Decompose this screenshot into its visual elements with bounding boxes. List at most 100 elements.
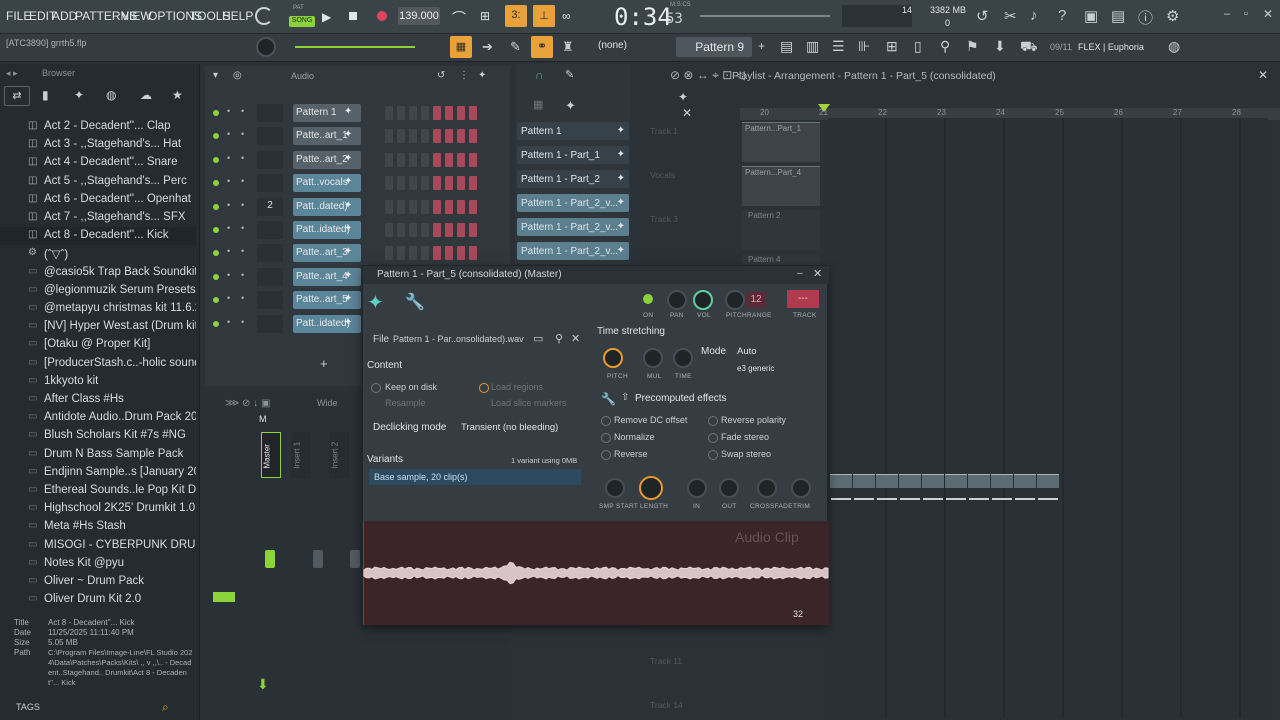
headphones-icon[interactable]: ∩ <box>535 68 544 82</box>
step-button[interactable] <box>469 106 477 120</box>
declick-select[interactable]: Transient (no bleeding) <box>461 422 581 433</box>
pattern-list-item[interactable]: Pattern 1 - Part_2_v... ✦ <box>517 242 629 260</box>
step-button[interactable] <box>421 129 429 144</box>
channel-vol-knob[interactable]: • <box>241 270 249 282</box>
step-button[interactable] <box>397 176 405 191</box>
record-icon[interactable] <box>377 11 387 21</box>
channel-vol-knob[interactable]: • <box>241 293 249 305</box>
channel-pan-knob[interactable]: • <box>227 246 235 258</box>
step-button[interactable] <box>409 199 417 214</box>
browser-item[interactable]: ⚙ (ˆ▽ˆ) <box>0 245 196 263</box>
playlist-audio-icon[interactable]: ✦ <box>678 90 688 104</box>
audio-clip-block[interactable] <box>899 474 921 488</box>
waveform-display[interactable]: Audio Clip 32 <box>362 521 829 625</box>
channel-mute-led[interactable] <box>213 320 219 327</box>
add-pattern-icon[interactable]: + <box>758 39 765 53</box>
track-header[interactable]: Track 3 <box>650 214 678 224</box>
browser-item[interactable]: ▭ Notes Kit @pyu <box>0 555 196 573</box>
news-ticker[interactable]: FLEX | Euphoria <box>1078 42 1144 52</box>
step-button[interactable] <box>445 246 453 261</box>
wait-icon[interactable]: ⊞ <box>480 9 490 23</box>
channel-vol-knob[interactable]: • <box>241 176 249 188</box>
blend-notes-button[interactable]: ⊥ <box>533 5 555 27</box>
arrow-right-icon[interactable]: ➔ <box>482 39 493 55</box>
remove-dc-radio[interactable] <box>601 416 611 426</box>
step-button[interactable] <box>469 152 477 167</box>
step-button[interactable] <box>397 152 405 167</box>
pat-mode-label[interactable]: PAT <box>293 5 304 11</box>
current-project-icon[interactable]: ▮ <box>42 88 49 102</box>
load-regions-radio[interactable] <box>479 383 489 393</box>
channel-mixer-track[interactable] <box>257 267 283 286</box>
rack-undo-icon[interactable]: ↺ <box>437 70 445 81</box>
reverse-polarity-radio[interactable] <box>708 416 718 426</box>
channel-mixer-track[interactable] <box>257 104 283 122</box>
channel-vol-knob[interactable]: • <box>241 317 249 329</box>
pattern-list-item[interactable]: Pattern 1 - Part_1 ✦ <box>517 146 629 164</box>
mixer-strip-insert-2[interactable]: Insert 2 <box>329 432 349 478</box>
mixer-strip-master[interactable]: Master <box>261 432 281 478</box>
variant-item[interactable]: Base sample, 20 clip(s) <box>369 469 581 485</box>
piano-roll-button[interactable]: ▦ <box>450 36 472 58</box>
step-button[interactable] <box>457 106 465 120</box>
browser-item[interactable]: ▭ @legionmuzik Serum Presets <box>0 282 196 300</box>
audio-clip-block[interactable] <box>1014 474 1036 488</box>
step-button[interactable] <box>397 199 405 214</box>
pattern-list-item[interactable]: Pattern 1 - Part_2 ✦ <box>517 170 629 188</box>
step-button[interactable] <box>433 176 441 191</box>
browser-item[interactable]: ◫ Act 5 - ,,Stagehand's... Perc <box>0 173 196 191</box>
channel-vol-knob[interactable]: • <box>241 153 249 165</box>
info-icon[interactable]: ⓘ <box>1138 7 1153 28</box>
step-button[interactable] <box>421 152 429 167</box>
rack-waveform-icon[interactable]: ✦ <box>478 70 486 81</box>
add-channel-button[interactable]: + <box>320 356 328 371</box>
browser-item[interactable]: ▭ Highschool 2K25' Drumkit 1.0 <box>0 500 196 518</box>
master-volume-bar[interactable] <box>295 46 415 48</box>
wave-zoom-value[interactable]: 32 <box>793 609 803 619</box>
close-icon[interactable]: ✕ <box>1263 7 1273 21</box>
browser-item[interactable]: ◫ Act 3 - ,,Stagehand's... Hat <box>0 136 196 154</box>
track-header[interactable]: Vocals <box>650 170 675 180</box>
step-button[interactable] <box>385 152 393 167</box>
audio-clip-block[interactable] <box>922 474 944 488</box>
browser-item[interactable]: ▭ Meta #Hs Stash <box>0 518 196 536</box>
metronome-icon[interactable]: ⌒ <box>452 8 466 28</box>
channel-pan-knob[interactable]: • <box>227 270 235 282</box>
browser-item[interactable]: ▭ Ethereal Sounds..le Pop Kit Demo <box>0 482 196 500</box>
save-icon[interactable]: ▣ <box>1084 7 1098 25</box>
step-button[interactable] <box>457 129 465 144</box>
step-button[interactable] <box>409 152 417 167</box>
resample-label[interactable]: Resample <box>385 398 426 408</box>
menu-add[interactable]: ADD <box>52 9 77 23</box>
pencil-icon[interactable]: ✎ <box>510 39 521 55</box>
channel-pan-knob[interactable]: • <box>227 129 235 141</box>
step-button[interactable] <box>409 129 417 144</box>
cloud-icon[interactable]: ☁ <box>140 88 152 102</box>
picker-pattern-icon[interactable]: ▦ <box>533 98 543 111</box>
browser-item[interactable]: ▭ [ProducerStash.c..-holic soundkit <box>0 355 196 373</box>
maximize-icon[interactable]: ▫ <box>1244 8 1248 20</box>
rack-group-filter[interactable]: Audio <box>291 71 314 81</box>
normalize-radio[interactable] <box>601 433 611 443</box>
pan-knob[interactable] <box>667 290 687 310</box>
clip-part-4[interactable]: Pattern...Part_4 <box>742 166 820 206</box>
pattern-list-item[interactable]: Pattern 1 ✦ <box>517 122 629 140</box>
audio-clip-block[interactable] <box>830 474 852 488</box>
track-header[interactable]: Track 14 <box>650 700 683 710</box>
world-icon[interactable]: ◍ <box>106 88 116 102</box>
browser-item[interactable]: ◫ Act 6 - Decadent''... Openhat <box>0 191 196 209</box>
channel-pan-knob[interactable]: • <box>227 153 235 165</box>
open-folder-icon[interactable]: ▭ <box>533 332 543 345</box>
step-button[interactable] <box>409 176 417 191</box>
out-knob[interactable] <box>719 478 739 498</box>
search-icon[interactable]: ⌕ <box>162 700 169 715</box>
step-button[interactable] <box>433 223 441 237</box>
step-button[interactable] <box>469 176 477 191</box>
browser-item[interactable]: ◫ Act 8 - Decadent''... Kick <box>0 227 196 246</box>
insert-1-fader[interactable] <box>313 550 323 568</box>
step-button[interactable] <box>385 129 393 144</box>
step-button[interactable] <box>445 176 453 191</box>
ts-method[interactable]: e3 generic <box>737 364 774 373</box>
star-icon[interactable]: ★ <box>172 88 183 102</box>
mixer-icon[interactable]: ⊪ <box>858 38 870 55</box>
